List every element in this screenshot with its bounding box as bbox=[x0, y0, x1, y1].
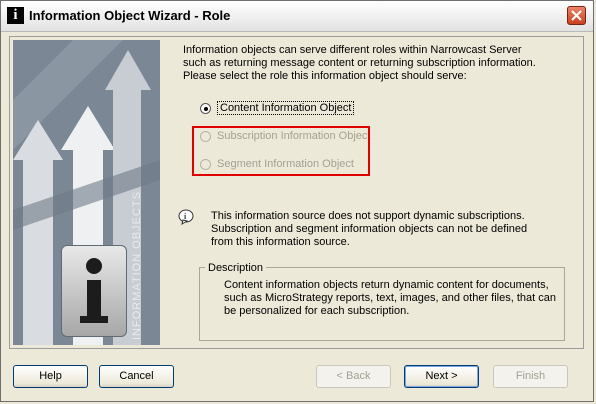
next-button[interactable]: Next > bbox=[404, 365, 479, 388]
close-icon bbox=[571, 10, 582, 21]
side-banner: INFORMATION OBJECTS bbox=[13, 40, 160, 345]
role-content-option[interactable]: Content Information Object bbox=[200, 100, 355, 116]
intro-text: Information objects can serve different … bbox=[183, 44, 536, 82]
window-title: Information Object Wizard - Role bbox=[29, 8, 231, 23]
close-button[interactable] bbox=[567, 6, 586, 25]
side-banner-label: INFORMATION OBJECTS bbox=[131, 191, 143, 340]
highlight-annotation bbox=[192, 126, 370, 176]
cancel-button[interactable]: Cancel bbox=[99, 365, 174, 388]
title-bar[interactable]: i Information Object Wizard - Role bbox=[1, 1, 593, 32]
back-button[interactable]: < Back bbox=[316, 365, 391, 388]
description-text: Content information objects return dynam… bbox=[224, 279, 556, 317]
role-content-label[interactable]: Content Information Object bbox=[217, 101, 355, 115]
info-app-icon: i bbox=[7, 7, 24, 24]
help-button[interactable]: Help bbox=[13, 365, 88, 388]
note-text: This information source does not support… bbox=[211, 210, 528, 248]
info-bubble-icon: i bbox=[178, 209, 194, 225]
description-legend: Description bbox=[205, 262, 267, 274]
info-badge-icon bbox=[61, 245, 127, 337]
finish-button[interactable]: Finish bbox=[493, 365, 568, 388]
radio-content[interactable] bbox=[200, 102, 211, 114]
